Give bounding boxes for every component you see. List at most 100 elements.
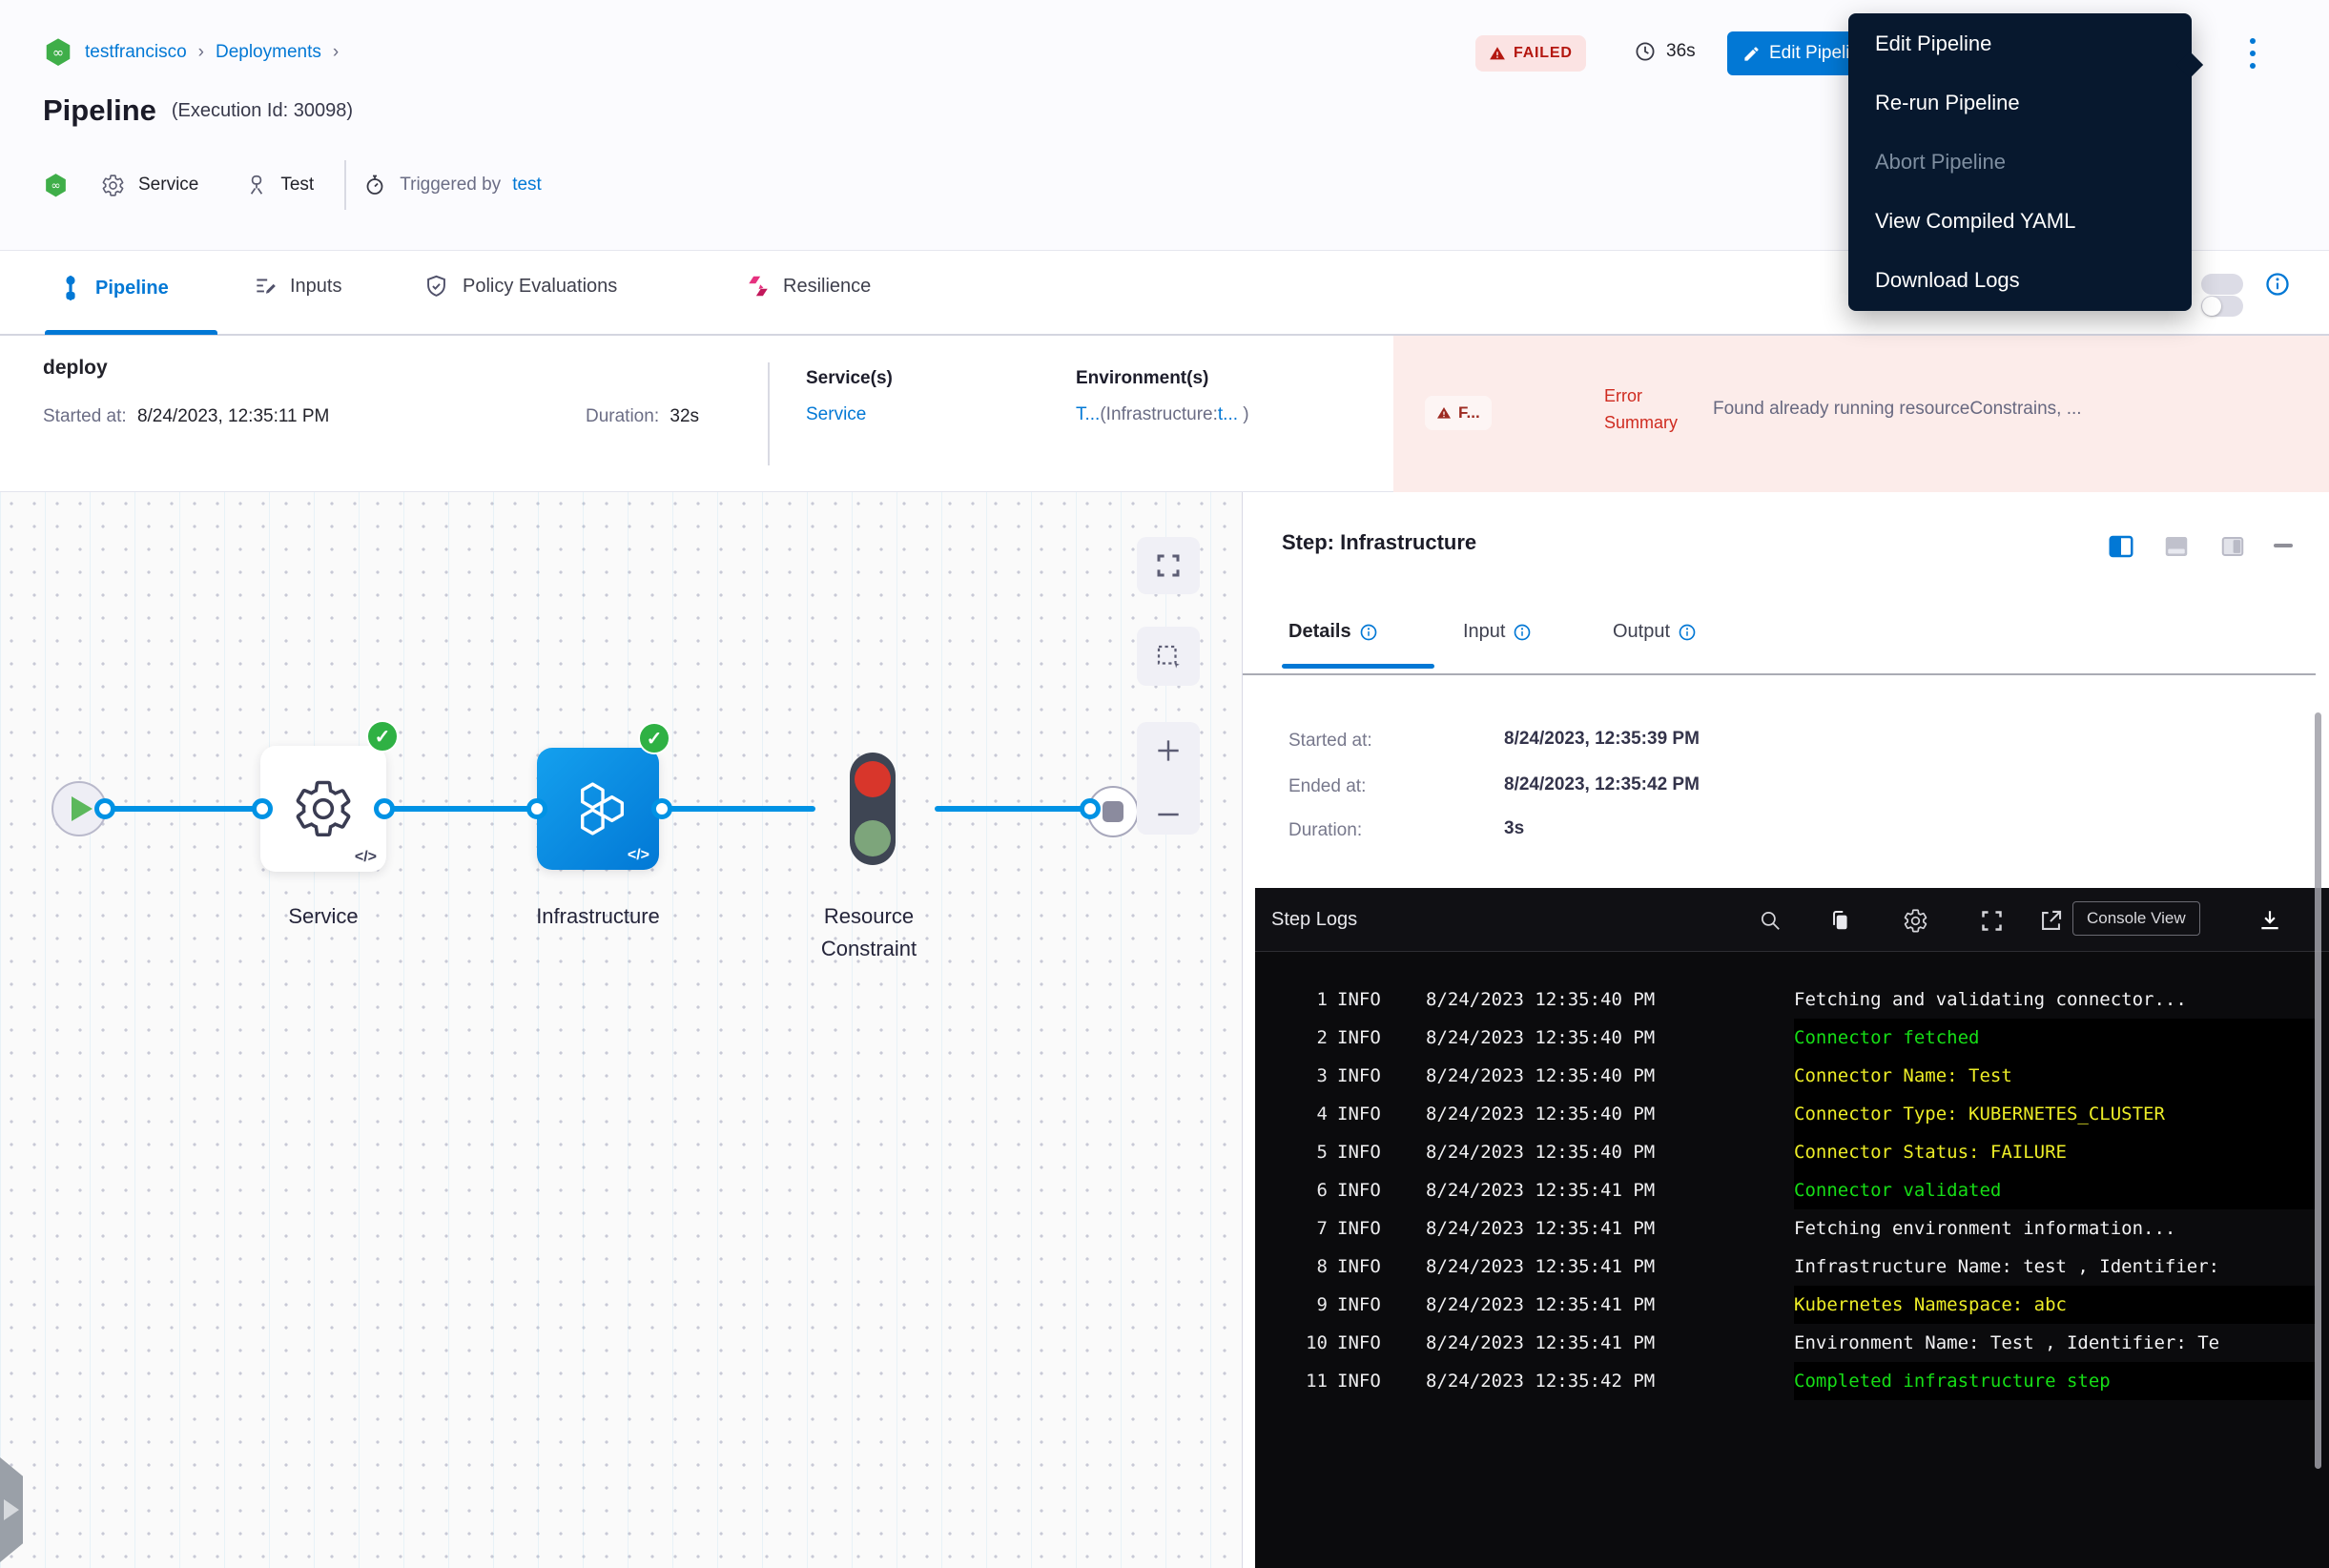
tab-output[interactable]: Output (1613, 621, 1697, 643)
view-toggle[interactable] (2201, 274, 2243, 295)
zoom-in-button[interactable] (1153, 735, 1184, 766)
fullscreen-canvas-button[interactable] (1137, 537, 1200, 594)
detail-ended-label: Ended at: (1288, 776, 1366, 797)
chevron-right-icon: › (333, 42, 339, 63)
log-message: Connector validated (1794, 1171, 2316, 1209)
log-line[interactable]: 4INFO8/24/2023 12:35:40 PMConnector Type… (1255, 1095, 2329, 1133)
edge (662, 806, 815, 812)
log-timestamp: 8/24/2023 12:35:41 PM (1426, 1324, 1655, 1362)
execution-id: (Execution Id: 30098) (172, 100, 353, 122)
info-icon (1359, 623, 1378, 642)
marquee-select-button[interactable] (1137, 627, 1200, 686)
service-link[interactable]: Service (806, 404, 866, 425)
pipeline-canvas[interactable]: </> ✓ </> ✓ (0, 492, 1242, 1568)
pencil-icon (1742, 45, 1761, 63)
menu-item-download-logs[interactable]: Download Logs (1848, 251, 2192, 310)
download-icon[interactable] (2257, 908, 2282, 933)
log-line[interactable]: 1INFO8/24/2023 12:35:40 PMFetching and v… (1255, 980, 2329, 1019)
copy-icon[interactable] (1827, 908, 1852, 933)
expand-icon[interactable] (1979, 908, 2005, 934)
node-service[interactable]: </> (260, 746, 386, 872)
search-icon[interactable] (1758, 908, 1783, 933)
log-message: Environment Name: Test , Identifier: Te (1794, 1324, 2316, 1362)
code-icon: </> (355, 849, 377, 866)
menu-item-view-compiled-yaml[interactable]: View Compiled YAML (1848, 192, 2192, 251)
tab-details[interactable]: Details (1288, 621, 1378, 643)
menu-item-edit-pipeline[interactable]: Edit Pipeline (1848, 14, 2192, 73)
tab-input[interactable]: Input (1463, 621, 1532, 643)
diagram-toggle[interactable] (2201, 296, 2243, 317)
active-tab-underline (45, 330, 217, 335)
log-message: Fetching environment information... (1794, 1209, 2316, 1248)
log-line[interactable]: 11INFO8/24/2023 12:35:42 PMCompleted inf… (1255, 1362, 2329, 1400)
step-panel-title: Step: Infrastructure (1282, 530, 1476, 555)
kebab-menu-button[interactable] (2241, 34, 2264, 72)
tab-pipeline[interactable]: Pipeline (59, 274, 169, 302)
layout-bottom-view-button[interactable] (2162, 532, 2191, 561)
log-line[interactable]: 2INFO8/24/2023 12:35:40 PMConnector fetc… (1255, 1019, 2329, 1057)
harness-cd-module-icon: ∞ (43, 172, 69, 199)
traffic-light-green (855, 820, 891, 856)
status-text: FAILED (1514, 45, 1573, 62)
panel-scrollbar[interactable] (2315, 712, 2321, 1469)
breadcrumb-deployments-link[interactable]: Deployments (216, 42, 321, 63)
minimize-panel-button[interactable] (2274, 544, 2293, 547)
active-detail-tab-underline (1282, 664, 1434, 669)
log-line[interactable]: 7INFO 8/24/2023 12:35:41 PM Fetching envir… (1255, 1209, 2329, 1248)
page-title: Pipeline (43, 93, 156, 128)
divider (344, 160, 346, 210)
marquee-icon (1154, 642, 1183, 671)
stage-name[interactable]: deploy (43, 357, 108, 380)
tab-output-label: Output (1613, 621, 1670, 643)
tab-policy-evaluations[interactable]: Policy Evaluations (423, 274, 617, 299)
tab-inputs-label: Inputs (290, 276, 341, 298)
edge-port (94, 798, 115, 819)
log-level: INFO (1337, 1019, 1381, 1057)
log-line[interactable]: 3INFO8/24/2023 12:35:40 PMConnector Name… (1255, 1057, 2329, 1095)
zoom-out-button[interactable] (1153, 808, 1184, 821)
log-line-number: 11 (1286, 1362, 1328, 1400)
duration-value: 32s (670, 406, 699, 426)
duration-label: Duration: (586, 406, 659, 426)
log-level: INFO (1337, 1095, 1381, 1133)
log-timestamp: 8/24/2023 12:35:41 PM (1426, 1209, 1655, 1248)
node-resource-constraint[interactable] (850, 753, 896, 865)
log-line[interactable]: 8INFO8/24/2023 12:35:41 PMInfrastructure… (1255, 1248, 2329, 1286)
gear-icon (292, 777, 355, 840)
info-icon[interactable] (2264, 271, 2291, 298)
node-infrastructure[interactable]: </> (537, 748, 659, 870)
layout-right-view-button[interactable] (2218, 532, 2247, 561)
play-icon (4, 1499, 19, 1520)
environments-label: Environment(s) (1076, 368, 1208, 389)
infrastructure-link[interactable]: t... (1218, 404, 1238, 424)
info-icon (1678, 623, 1697, 642)
error-summary-strip: F... Error Summary Found already running… (1393, 336, 2329, 492)
console-view-button[interactable]: Console View (2072, 901, 2200, 936)
svg-text:∞: ∞ (52, 45, 64, 61)
external-link-icon[interactable] (2038, 908, 2064, 934)
log-message: Connector Name: Test (1794, 1057, 2316, 1095)
breadcrumb-project-link[interactable]: testfrancisco (85, 42, 187, 63)
menu-item-rerun-pipeline[interactable]: Re-run Pipeline (1848, 73, 2192, 133)
environment-link[interactable]: T... (1076, 404, 1100, 424)
gear-icon[interactable] (1903, 908, 1928, 934)
expand-left-panel-handle[interactable] (0, 1457, 23, 1562)
kebab-icon (2241, 34, 2264, 72)
log-line[interactable]: 5INFO8/24/2023 12:35:40 PMConnector Stat… (1255, 1133, 2329, 1171)
trigger-user-link[interactable]: test (512, 175, 542, 196)
log-line[interactable]: 9INFO8/24/2023 12:35:41 PMKubernetes Nam… (1255, 1286, 2329, 1324)
log-level: INFO (1337, 1248, 1381, 1286)
edge-port (651, 798, 672, 819)
error-summary-message[interactable]: Found already running resourceConstrains… (1713, 399, 2285, 420)
layout-split-view-button[interactable] (2107, 532, 2135, 561)
test-environment-icon (244, 173, 269, 197)
log-line-number: 1 (1286, 980, 1328, 1019)
tab-resilience[interactable]: Resilience (746, 274, 871, 299)
log-line[interactable]: 6INFO8/24/2023 12:35:41 PMConnector vali… (1255, 1171, 2329, 1209)
log-level: INFO (1337, 1209, 1381, 1248)
log-line-number: 7 (1286, 1209, 1328, 1248)
tab-inputs[interactable]: Inputs (253, 274, 341, 299)
node-label-infrastructure: Infrastructure (503, 904, 693, 929)
warning-icon (1489, 45, 1506, 62)
log-line[interactable]: 10INFO8/24/2023 12:35:41 PMEnvironment N… (1255, 1324, 2329, 1362)
